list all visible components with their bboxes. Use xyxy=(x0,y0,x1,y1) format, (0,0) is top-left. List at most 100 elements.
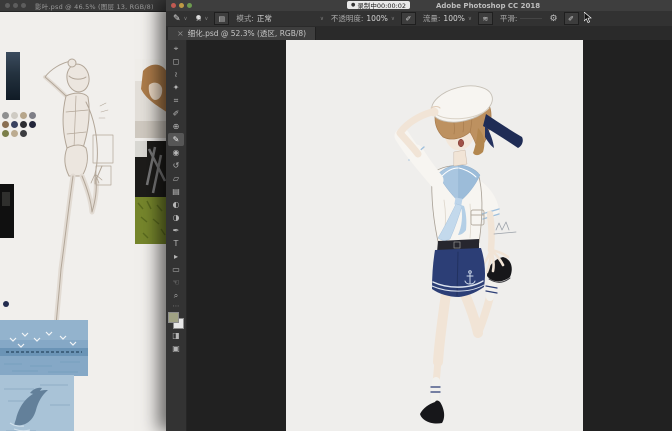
brush-size-value: 13 xyxy=(196,19,202,22)
photoshop-window[interactable]: ● 录制中00:00:02 Adobe Photoshop CC 2018 ✎ … xyxy=(166,0,672,431)
chevron-down-icon[interactable]: ∨ xyxy=(204,16,208,22)
mode-dropdown[interactable]: 正常 ∨ xyxy=(254,13,324,24)
chevron-down-icon[interactable]: ∨ xyxy=(184,16,188,22)
back-window-canvas xyxy=(0,12,186,431)
mode-label: 模式: xyxy=(236,13,254,24)
brush-preset-picker[interactable]: ● 13 xyxy=(196,16,202,22)
tool-icon: ✐ xyxy=(173,109,180,118)
foreground-color-swatch[interactable] xyxy=(168,312,179,323)
chevron-down-icon[interactable]: ∨ xyxy=(391,16,395,22)
back-window-titlebar: 影叶.psd @ 46.5% (图层 13, RGB/8) xyxy=(0,0,186,12)
document-tab-label: 细化.psd @ 52.3% (透区, RGB/8) xyxy=(188,28,306,39)
paint-dot xyxy=(3,301,9,307)
tool-icon: ↺ xyxy=(173,161,180,170)
tool-shape[interactable]: ▭ xyxy=(168,263,184,276)
chevron-down-icon: ∨ xyxy=(320,16,324,22)
tool-icon: ▭ xyxy=(172,265,180,274)
tool-blur[interactable]: ◐ xyxy=(168,198,184,211)
tool-history-brush[interactable]: ↺ xyxy=(168,159,184,172)
tool-lasso[interactable]: ≀ xyxy=(168,68,184,81)
mouse-cursor xyxy=(584,12,592,23)
tool-zoom[interactable]: ⌕ xyxy=(168,289,184,302)
artboard[interactable] xyxy=(286,40,583,431)
pressure-size-icon[interactable]: ✐ xyxy=(564,12,579,25)
zoom-button[interactable] xyxy=(187,3,192,8)
brush-panel-toggle-icon[interactable]: ▤ xyxy=(214,12,229,25)
tool-path-selection[interactable]: ▸ xyxy=(168,250,184,263)
tool-brush[interactable]: ✎ xyxy=(168,133,184,146)
color-swatch xyxy=(2,121,9,128)
reference-image-dolphin xyxy=(0,375,74,431)
flow-value[interactable]: 100% xyxy=(443,14,464,23)
zoom-button[interactable] xyxy=(21,3,26,8)
tool-icon: ◻ xyxy=(173,57,180,66)
tool-icon: ◨ xyxy=(172,331,180,340)
toolbar-ellipsis-icon[interactable]: ⋯ xyxy=(173,302,180,310)
mode-value: 正常 xyxy=(257,13,272,24)
reference-image-grass xyxy=(135,141,168,244)
tool-crop[interactable]: ⌗ xyxy=(168,94,184,107)
color-swatch xyxy=(2,112,9,119)
pose-sketch xyxy=(16,54,142,354)
screen-recording-indicator[interactable]: ● 录制中00:00:02 xyxy=(347,1,410,9)
back-window-title: 影叶.psd @ 46.5% (图层 13, RGB/8) xyxy=(35,1,154,11)
reference-image-portrait xyxy=(135,59,168,138)
record-dot-icon: ● xyxy=(351,3,355,8)
tool-quick-selection[interactable]: ✦ xyxy=(168,81,184,94)
document-tab[interactable]: × 细化.psd @ 52.3% (透区, RGB/8) xyxy=(168,27,316,40)
sketch-figure-drawing xyxy=(16,54,142,354)
tools-panel: ⌖ ◻ ≀ ✦ ⌗ ✐ ⊕ ✎ ◉ ↺ ▱ ▤ ◐ ◑ ✒ T ▸ ▭ ☜ ⌕ ⋯ ◨ ▣ xyxy=(166,40,187,431)
tool-icon: T xyxy=(174,239,179,248)
tool-icon: ⌕ xyxy=(174,291,178,301)
reference-image-dark xyxy=(0,184,14,238)
canvas-pasteboard[interactable] xyxy=(187,40,672,431)
artist-signature xyxy=(494,222,516,234)
color-swatch xyxy=(2,130,9,137)
tool-eyedropper[interactable]: ✐ xyxy=(168,107,184,120)
tool-screen-mode[interactable]: ▣ xyxy=(168,342,184,355)
tool-type[interactable]: T xyxy=(168,237,184,250)
tool-quick-mask[interactable]: ◨ xyxy=(168,329,184,342)
tool-icon: ✎ xyxy=(173,135,180,144)
tool-icon: ▱ xyxy=(173,174,179,183)
opacity-label: 不透明度: xyxy=(331,13,364,24)
close-button[interactable] xyxy=(171,3,176,8)
airbrush-icon[interactable]: ≋ xyxy=(478,12,493,25)
tool-icon: ✦ xyxy=(173,83,180,92)
recording-timer: 录制中00:00:02 xyxy=(357,0,406,10)
gear-icon[interactable]: ⚙ xyxy=(549,14,557,24)
document-tab-bar: × 细化.psd @ 52.3% (透区, RGB/8) xyxy=(166,26,672,41)
tool-icon: ⌗ xyxy=(174,96,179,106)
tool-icon: ◑ xyxy=(173,213,180,222)
tool-move[interactable]: ⌖ xyxy=(168,42,184,55)
tool-icon: ≀ xyxy=(175,70,178,79)
close-tab-icon[interactable]: × xyxy=(177,29,184,38)
opacity-value[interactable]: 100% xyxy=(366,14,387,23)
chevron-down-icon[interactable]: ∨ xyxy=(468,16,472,22)
tool-eraser[interactable]: ▱ xyxy=(168,172,184,185)
tool-hand[interactable]: ☜ xyxy=(168,276,184,289)
background-document-window[interactable]: 影叶.psd @ 46.5% (图层 13, RGB/8) xyxy=(0,0,186,431)
minimize-button[interactable] xyxy=(13,3,18,8)
pressure-opacity-icon[interactable]: ✐ xyxy=(401,12,416,25)
minimize-button[interactable] xyxy=(179,3,184,8)
tool-icon: ▣ xyxy=(172,344,180,353)
close-button[interactable] xyxy=(5,3,10,8)
tool-dodge[interactable]: ◑ xyxy=(168,211,184,224)
brush-tool-icon[interactable]: ✎ xyxy=(173,14,181,24)
app-title: Adobe Photoshop CC 2018 xyxy=(436,2,540,10)
tool-marquee[interactable]: ◻ xyxy=(168,55,184,68)
flow-label: 流量: xyxy=(423,13,441,24)
tool-icon: ▤ xyxy=(172,187,180,196)
tool-icon: ⌖ xyxy=(174,44,179,54)
tool-icon: ▸ xyxy=(174,252,178,261)
tool-healing-brush[interactable]: ⊕ xyxy=(168,120,184,133)
tool-icon: ⊕ xyxy=(173,122,180,131)
tool-gradient[interactable]: ▤ xyxy=(168,185,184,198)
tool-icon: ☜ xyxy=(172,278,179,287)
tool-icon: ✒ xyxy=(173,226,180,235)
tool-clone-stamp[interactable]: ◉ xyxy=(168,146,184,159)
tool-options-bar: ✎ ∨ ● 13 ∨ ▤ 模式: 正常 ∨ 不透明度: 100% ∨ ✐ 流量:… xyxy=(166,11,672,27)
smoothing-value[interactable] xyxy=(520,18,542,19)
tool-pen[interactable]: ✒ xyxy=(168,224,184,237)
